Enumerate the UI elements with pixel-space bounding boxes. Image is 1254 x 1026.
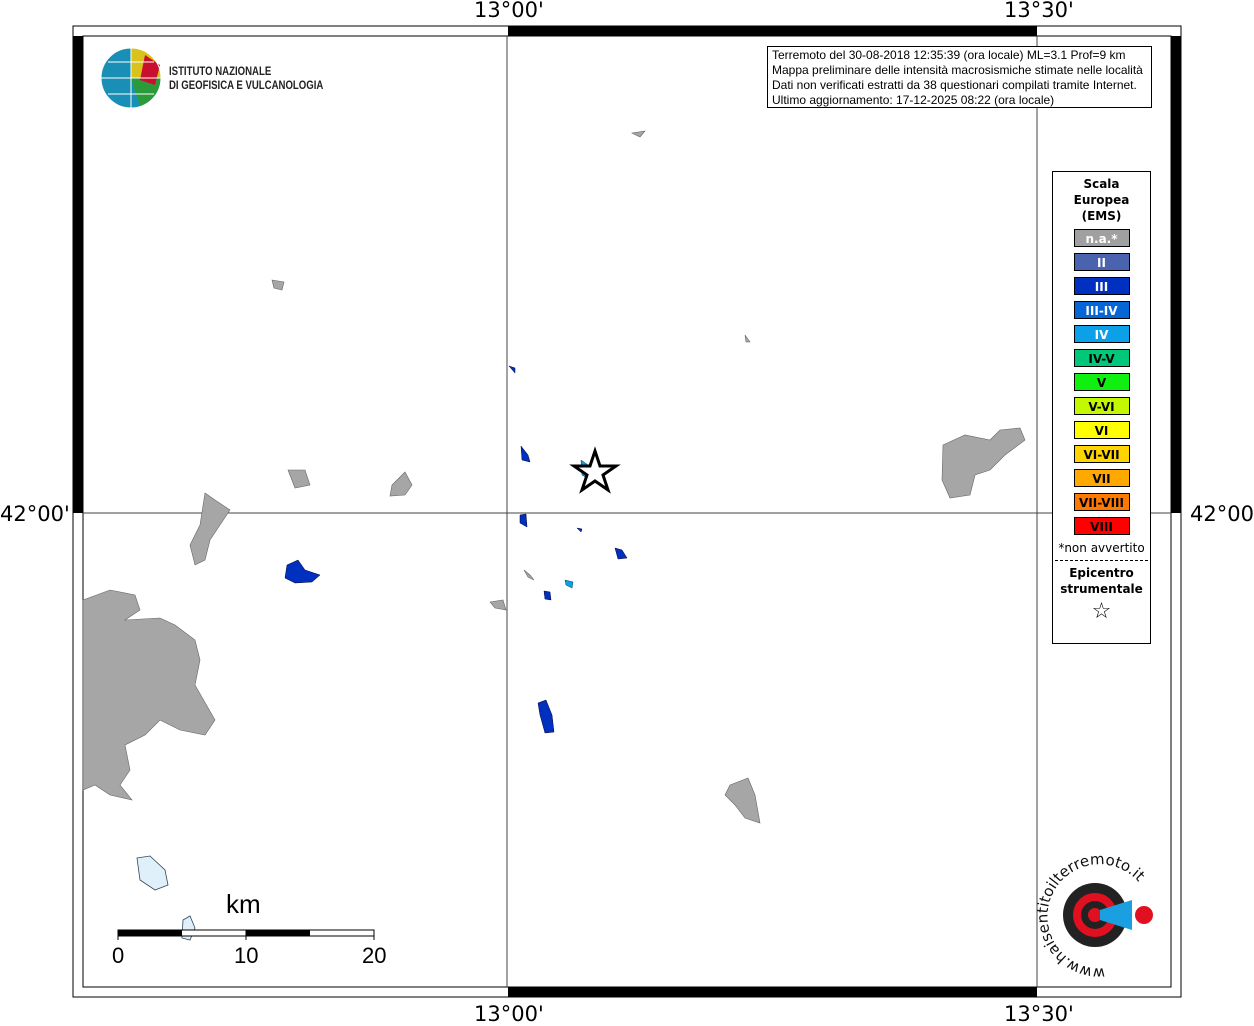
frame-segment [508,987,1037,997]
info-line: Ultimo aggiornamento: 17-12-2025 08:22 (… [772,93,1055,107]
lat-label-right-42-00: 42°00' [1190,502,1254,526]
legend-swatch-vvi: V-VI [1073,397,1130,415]
legend-swatch-vi: VI [1073,421,1130,439]
logo-line1: ISTITUTO NAZIONALE [169,64,272,78]
legend-swatch-iii: III [1073,277,1130,295]
legend-title-line: (EMS) [1081,209,1122,223]
legend-swatch-v: V [1073,373,1130,391]
lon-label-top-13-00: 13°00' [474,0,544,22]
legend-swatch-vii: VII [1073,469,1130,487]
frame-segment [73,36,83,513]
lon-label-top-13-30: 13°30' [1004,0,1074,22]
epicenter-label: Epicentro strumentale [1053,565,1150,597]
legend-swatch-vivii: VI-VII [1073,445,1130,463]
legend-title-line: Europea [1073,193,1130,207]
legend-swatch-iv: IV [1073,325,1130,343]
scale-label: 20 [362,943,387,968]
event-info-box: Terremoto del 30-08-2018 12:35:39 (ora l… [767,46,1152,108]
legend-swatch-viii: VIII [1073,517,1130,535]
frame-segment [508,26,1037,36]
scale-label: 10 [234,943,259,968]
lat-label-left-42-00: 42°00' [0,502,70,526]
legend-swatch-ii: II [1073,253,1130,271]
legend-swatch-iiiiv: III-IV [1073,301,1130,319]
epicenter-star-legend-icon: ☆ [1091,599,1112,624]
lon-label-bottom-13-00: 13°00' [474,1002,544,1026]
logo-line2: DI GEOFISICA E VULCANOLOGIA [169,78,324,92]
info-line: Mappa preliminare delle intensità macros… [772,63,1143,77]
macroseismic-map: www.haisentitoilterremoto.it 13°00' 13°3… [0,0,1254,1026]
info-line: Terremoto del 30-08-2018 12:35:39 (ora l… [772,48,1126,62]
epicenter-label-line: Epicentro [1069,566,1134,580]
legend-title-line: Scala [1083,177,1120,191]
legend-swatch-na: n.a.* [1073,229,1130,247]
epicenter-label-line: strumentale [1060,582,1143,596]
legend-swatch-viiviii: VII-VIII [1073,493,1130,511]
legend-note: *non avvertito [1058,541,1145,555]
map-frame-inner [82,35,1172,988]
legend-swatch-ivv: IV-V [1073,349,1130,367]
legend-title: Scala Europea (EMS) [1053,176,1150,224]
legend-divider [1055,560,1148,561]
info-line: Dati non verificati estratti da 38 quest… [772,78,1137,92]
scale-label: 0 [112,943,125,968]
lon-label-bottom-13-30: 13°30' [1004,1002,1074,1026]
scale-unit: km [226,889,261,919]
legend-swatches: n.a.* II III III-IV IV IV-V V V-VI VI VI-VII VII VI… [1053,229,1150,535]
intensity-legend: Scala Europea (EMS) n.a.* II III III-IV IV IV… [1052,171,1151,644]
ingv-logo-text: ISTITUTO NAZIONALE DI GEOFISICA E VULCAN… [169,64,323,92]
frame-segment [1171,36,1181,513]
ingv-logo-icon [100,47,162,109]
